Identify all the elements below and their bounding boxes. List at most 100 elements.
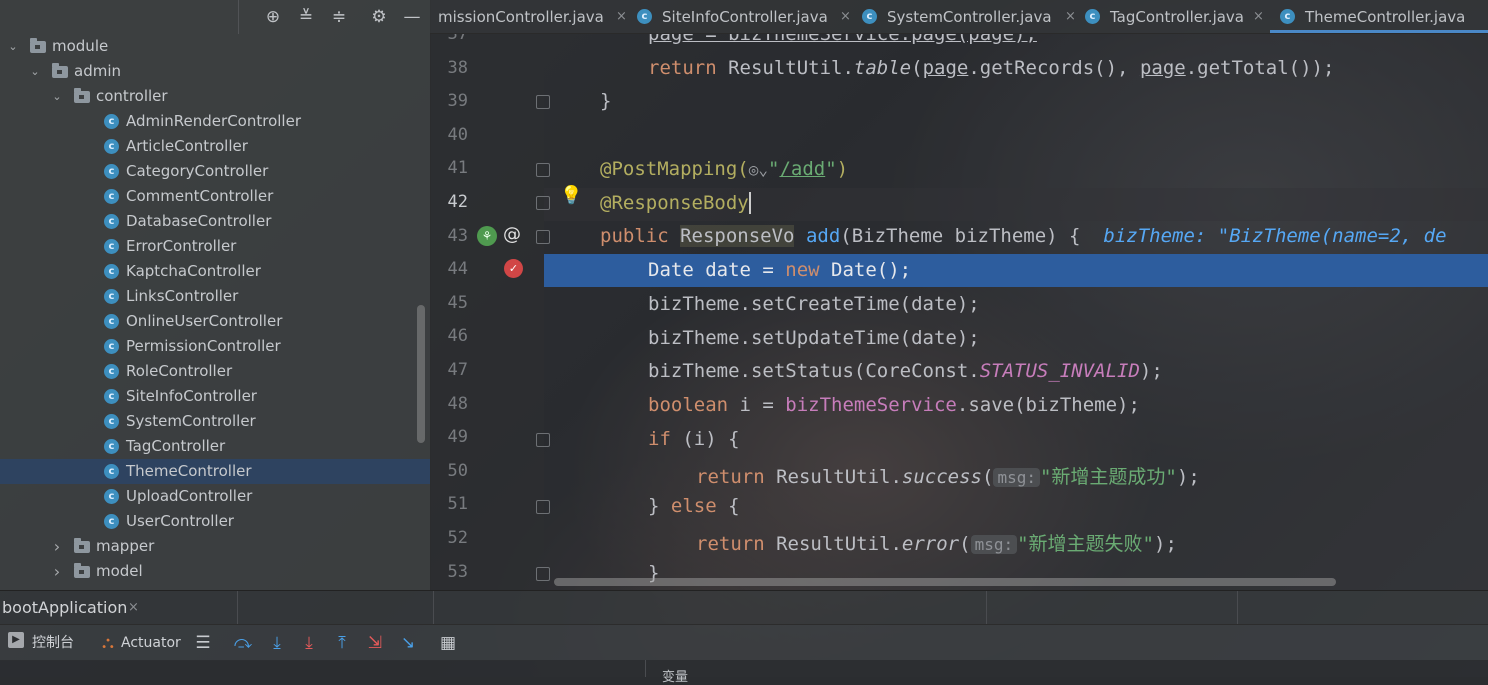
class-icon: c bbox=[104, 439, 119, 454]
tree-item-databasecontroller[interactable]: c DatabaseController bbox=[0, 209, 430, 234]
line-number: 45 bbox=[447, 292, 468, 313]
line-number: 44 bbox=[447, 259, 468, 280]
tree-item-categorycontroller[interactable]: c CategoryController bbox=[0, 159, 430, 184]
chevron-right-icon[interactable]: › bbox=[50, 559, 64, 584]
tree-item-systemcontroller[interactable]: c SystemController bbox=[0, 409, 430, 434]
tree-item-label: SystemController bbox=[126, 412, 256, 430]
keyword: return bbox=[696, 466, 765, 488]
tab-label: SystemController.java bbox=[887, 8, 1052, 26]
method-name: add bbox=[805, 225, 841, 247]
tree-item-articlecontroller[interactable]: c ArticleController bbox=[0, 134, 430, 159]
spring-bean-icon[interactable]: ⚘ bbox=[477, 226, 497, 246]
chevron-down-icon[interactable]: ⌄ bbox=[6, 34, 20, 59]
tree-item-label: CommentController bbox=[126, 187, 274, 205]
tree-item-admin[interactable]: ⌄ admin bbox=[0, 59, 430, 84]
close-icon[interactable]: × bbox=[1065, 0, 1076, 34]
minimize-icon[interactable]: — bbox=[402, 7, 422, 27]
tree-item-controller[interactable]: ⌄ controller bbox=[0, 84, 430, 109]
keyword: new bbox=[785, 259, 820, 281]
fold-marker[interactable] bbox=[536, 230, 550, 244]
force-step-into-icon[interactable]: ⤓ bbox=[298, 632, 320, 654]
tree-item-themecontroller[interactable]: c ThemeController bbox=[0, 459, 430, 484]
threads-menu-icon[interactable]: ☰ bbox=[192, 632, 214, 654]
string: " bbox=[825, 158, 837, 180]
code-text: ResultUtil. bbox=[764, 533, 902, 555]
class-icon: c bbox=[104, 164, 119, 179]
header-divider bbox=[238, 0, 239, 34]
code-line-47: bizTheme.setStatus(CoreConst.STATUS_INVA… bbox=[648, 360, 1163, 382]
tree-item-siteinfocontroller[interactable]: c SiteInfoController bbox=[0, 384, 430, 409]
tree-item-module[interactable]: ⌄ module bbox=[0, 34, 430, 59]
class-icon: c bbox=[1280, 9, 1295, 24]
chevron-right-icon[interactable]: › bbox=[50, 534, 64, 559]
tab-theme-controller[interactable]: c ThemeController.java bbox=[1270, 0, 1488, 33]
tree-item-uploadcontroller[interactable]: c UploadController bbox=[0, 484, 430, 509]
fold-marker[interactable] bbox=[536, 500, 550, 514]
tree-item-mapper[interactable]: › mapper bbox=[0, 534, 430, 559]
evaluate-expression-icon[interactable]: ▦ bbox=[437, 632, 459, 654]
tab-label: TagController.java bbox=[1110, 8, 1244, 26]
lightbulb-icon[interactable]: 💡 bbox=[560, 186, 582, 206]
fold-marker[interactable] bbox=[536, 95, 550, 109]
code-text: ResultUtil. bbox=[764, 466, 902, 488]
class-icon: c bbox=[104, 314, 119, 329]
line-number: 52 bbox=[447, 528, 468, 548]
fold-marker[interactable] bbox=[536, 196, 550, 210]
close-icon[interactable]: × bbox=[840, 0, 851, 34]
gear-icon[interactable]: ⚙ bbox=[369, 7, 389, 27]
fold-marker[interactable] bbox=[536, 433, 550, 447]
tree-item-linkscontroller[interactable]: c LinksController bbox=[0, 284, 430, 309]
divider bbox=[986, 591, 987, 625]
code-text: .save(bizTheme); bbox=[956, 394, 1140, 416]
breakpoint-icon[interactable]: ✓ bbox=[504, 259, 523, 278]
keyword: return bbox=[648, 57, 717, 79]
line-number: 49 bbox=[447, 427, 468, 448]
fold-marker[interactable] bbox=[536, 567, 550, 581]
run-to-cursor-icon[interactable]: ↘ bbox=[397, 632, 419, 654]
tree-item-kaptchacontroller[interactable]: c KaptchaController bbox=[0, 259, 430, 284]
tree-item-errorcontroller[interactable]: c ErrorController bbox=[0, 234, 430, 259]
tab-label: SiteInfoController.java bbox=[662, 8, 828, 26]
tree-item-rolecontroller[interactable]: c RoleController bbox=[0, 359, 430, 384]
collapse-all-icon[interactable]: ≑ bbox=[329, 7, 349, 27]
tree-item-adminrendercontroller[interactable]: c AdminRenderController bbox=[0, 109, 430, 134]
tree-item-onlineusercontroller[interactable]: c OnlineUserController bbox=[0, 309, 430, 334]
code-text: Date date = bbox=[648, 259, 786, 281]
tree-item-commentcontroller[interactable]: c CommentController bbox=[0, 184, 430, 209]
close-icon[interactable]: × bbox=[128, 591, 139, 625]
editor-horizontal-scrollbar[interactable] bbox=[554, 578, 1336, 586]
tree-item-model[interactable]: › model bbox=[0, 559, 430, 584]
code-line-49: if (i) { bbox=[648, 428, 740, 450]
project-scrollbar[interactable] bbox=[417, 305, 425, 443]
code-text: i = bbox=[728, 394, 786, 416]
folder-icon bbox=[74, 563, 90, 578]
class-icon: c bbox=[104, 414, 119, 429]
step-over-icon[interactable]: ⤼ bbox=[232, 632, 254, 654]
tree-item-permissioncontroller[interactable]: c PermissionController bbox=[0, 334, 430, 359]
drop-frame-icon[interactable]: ⇲ bbox=[364, 632, 386, 654]
step-out-icon[interactable]: ⤒ bbox=[331, 632, 353, 654]
at-annotation-icon[interactable]: @ bbox=[503, 225, 521, 245]
chevron-down-icon[interactable]: ⌄ bbox=[28, 59, 42, 84]
tree-item-tagcontroller[interactable]: c TagController bbox=[0, 434, 430, 459]
tree-item-usercontroller[interactable]: c UserController bbox=[0, 509, 430, 534]
crosshair-icon[interactable]: ⊕ bbox=[263, 7, 283, 27]
method-name: table bbox=[853, 57, 912, 79]
class-icon: c bbox=[104, 514, 119, 529]
step-into-icon[interactable]: ⤓ bbox=[266, 632, 288, 654]
globe-icon[interactable]: ◎⌄ bbox=[749, 160, 768, 179]
close-icon[interactable]: × bbox=[616, 0, 627, 34]
keyword: else bbox=[670, 495, 717, 517]
fold-marker[interactable] bbox=[536, 163, 550, 177]
class-icon: c bbox=[1085, 9, 1100, 24]
code-editor[interactable]: 37 38 39 40 41 42 43 44 45 46 47 48 49 50 51 52 53 💡 ⚘ @… bbox=[430, 34, 1488, 590]
line-number: 41 bbox=[447, 158, 468, 179]
folder-icon bbox=[30, 38, 46, 53]
tree-item-label: ErrorController bbox=[126, 237, 237, 255]
expand-all-icon[interactable]: ≚ bbox=[296, 7, 316, 27]
close-icon[interactable]: × bbox=[1253, 0, 1264, 34]
tree-item-label: UserController bbox=[126, 512, 234, 530]
url-path-link[interactable]: /add bbox=[779, 158, 825, 180]
chevron-down-icon[interactable]: ⌄ bbox=[50, 84, 64, 109]
tab-permission-controller[interactable]: missionController.java × bbox=[438, 0, 627, 33]
